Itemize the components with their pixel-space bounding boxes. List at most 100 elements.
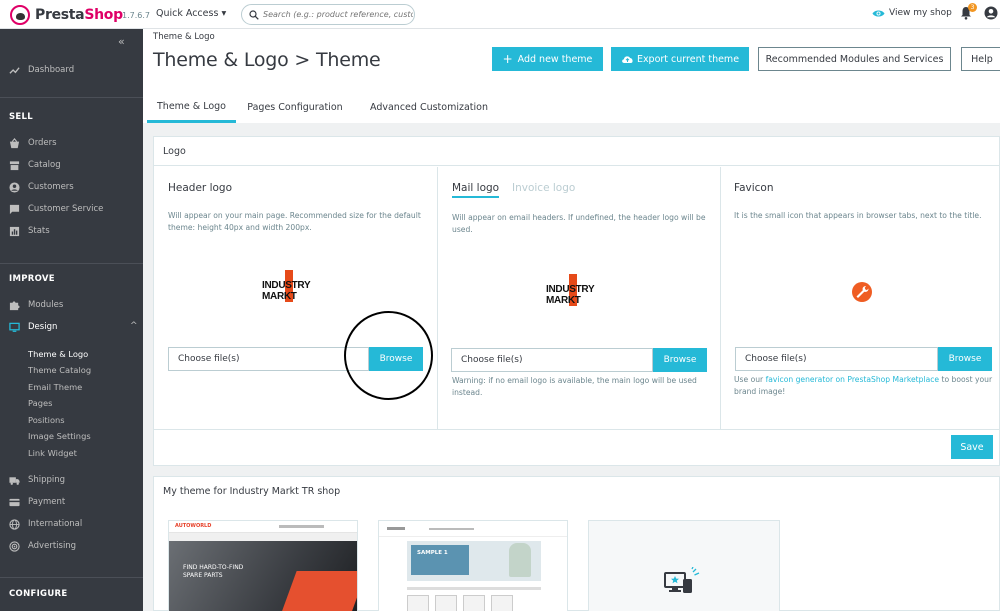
recommended-modules-label: Recommended Modules and Services <box>765 53 944 65</box>
page-title: Theme & Logo > Theme <box>153 49 381 71</box>
tab-pages-configuration[interactable]: Pages Configuration <box>241 92 349 123</box>
save-button[interactable]: Save <box>951 435 993 459</box>
theme-preview-hero-text: SAMPLE 1 <box>417 550 448 556</box>
sidebar-item-advertising[interactable]: Advertising <box>0 536 143 556</box>
top-bar: PrestaShop 1.7.6.7 Quick Access ▾ View m… <box>0 0 1000 29</box>
sidebar-item-label: Modules <box>28 300 64 310</box>
sidebar-item-stats[interactable]: Stats <box>0 221 143 241</box>
tab-label: Advanced Customization <box>370 102 488 113</box>
tab-advanced-customization[interactable]: Advanced Customization <box>358 92 500 123</box>
favicon-browse-button[interactable]: Browse <box>938 347 992 371</box>
sidebar-subitem-theme-logo[interactable]: Theme & Logo <box>28 349 88 359</box>
search-input[interactable] <box>263 10 413 19</box>
desktop-star-icon <box>664 567 700 593</box>
sidebar-item-customer-service[interactable]: Customer Service <box>0 199 143 219</box>
theme-card-classic[interactable]: SAMPLE 1 <box>378 520 568 611</box>
recommended-modules-button[interactable]: Recommended Modules and Services <box>758 47 951 71</box>
view-my-shop-label: View my shop <box>889 8 952 18</box>
sidebar-subitem-image-settings[interactable]: Image Settings <box>28 431 91 441</box>
logo-panel-title: Logo <box>163 145 186 157</box>
sidebar-section-configure: CONFIGURE <box>9 589 68 599</box>
sidebar-item-label: Design <box>28 322 58 332</box>
tab-mail-logo[interactable]: Mail logo <box>452 182 500 198</box>
sidebar-item-payment[interactable]: Payment <box>0 492 143 512</box>
breadcrumb[interactable]: Theme & Logo <box>153 32 215 42</box>
sidebar-item-orders[interactable]: Orders <box>0 133 143 153</box>
puffin-logo-icon <box>10 5 30 25</box>
favicon-description: It is the small icon that appears in bro… <box>734 211 982 220</box>
add-theme-card[interactable] <box>588 520 780 611</box>
cloud-upload-icon <box>622 56 633 63</box>
header-logo-file-input[interactable]: Choose file(s) <box>168 347 369 371</box>
view-my-shop-link[interactable]: View my shop <box>872 8 952 18</box>
logo-text-shop: Shop <box>84 7 123 23</box>
sidebar-item-label: Catalog <box>28 160 61 170</box>
sidebar-item-modules[interactable]: Modules <box>0 295 143 315</box>
version-label: 1.7.6.7 <box>122 11 150 20</box>
trending-up-icon <box>9 66 20 74</box>
sidebar: « Dashboard SELL Orders Catalog Customer… <box>0 29 143 611</box>
collapse-sidebar-icon[interactable]: « <box>118 35 125 48</box>
mail-logo-warning: Warning: if no email logo is available, … <box>452 376 697 397</box>
sidebar-item-label: Shipping <box>28 475 66 485</box>
sidebar-divider <box>0 97 143 98</box>
add-new-theme-button[interactable]: + Add new theme <box>492 47 603 71</box>
mail-logo-file-input[interactable]: Choose file(s) <box>451 348 653 372</box>
sidebar-item-dashboard[interactable]: Dashboard <box>0 60 143 80</box>
account-circle-icon <box>9 181 20 193</box>
quick-access-dropdown[interactable]: Quick Access ▾ <box>156 8 226 19</box>
sidebar-item-customers[interactable]: Customers <box>0 177 143 197</box>
theme-preview-logo <box>387 527 405 530</box>
mail-logo-browse-button[interactable]: Browse <box>653 348 707 372</box>
favicon-title: Favicon <box>734 182 774 194</box>
notification-badge: 3 <box>968 3 977 12</box>
wrench-icon <box>849 279 875 305</box>
sidebar-subitem-theme-catalog[interactable]: Theme Catalog <box>28 365 91 375</box>
themes-panel: My theme for Industry Markt TR shop AUTO… <box>153 476 1000 611</box>
sidebar-subitem-positions[interactable]: Positions <box>28 415 65 425</box>
help-button[interactable]: Help <box>961 47 1000 71</box>
sidebar-subitem-email-theme[interactable]: Email Theme <box>28 382 82 392</box>
tab-label: Pages Configuration <box>247 102 343 113</box>
sidebar-item-international[interactable]: International <box>0 514 143 534</box>
theme-preview-hero: SAMPLE 1 <box>407 541 541 581</box>
export-theme-button[interactable]: Export current theme <box>611 47 749 71</box>
header-logo-title: Header logo <box>168 182 232 194</box>
prestashop-logo[interactable]: PrestaShop <box>10 5 123 25</box>
sidebar-subitem-link-widget[interactable]: Link Widget <box>28 448 77 458</box>
sidebar-section-sell: SELL <box>9 112 33 122</box>
help-label: Help <box>971 53 993 65</box>
theme-preview-nav <box>429 528 474 530</box>
caret-down-icon: ▾ <box>221 8 227 19</box>
tab-theme-logo[interactable]: Theme & Logo <box>147 92 236 123</box>
sidebar-item-label: International <box>28 519 83 529</box>
theme-preview-nav <box>279 525 324 528</box>
column-divider <box>720 167 721 430</box>
sidebar-item-label: Advertising <box>28 541 77 551</box>
sidebar-item-label: Dashboard <box>28 65 75 75</box>
sidebar-item-catalog[interactable]: Catalog <box>0 155 143 175</box>
theme-preview-accent <box>281 571 357 611</box>
sidebar-item-design[interactable]: Design ^ <box>0 317 143 337</box>
search-bar[interactable] <box>241 4 415 25</box>
mail-logo-description: Will appear on email headers. If undefin… <box>452 213 706 234</box>
favicon-file-input[interactable]: Choose file(s) <box>735 347 938 371</box>
column-divider <box>437 167 438 430</box>
page-header: Theme & Logo Theme & Logo > Theme + Add … <box>143 29 1000 123</box>
desktop-icon <box>9 322 20 332</box>
sidebar-subitem-pages[interactable]: Pages <box>28 398 52 408</box>
favicon-generator-link[interactable]: favicon generator on PrestaShop Marketpl… <box>766 375 939 384</box>
sidebar-item-shipping[interactable]: Shipping <box>0 470 143 490</box>
tab-invoice-logo[interactable]: Invoice logo <box>512 182 575 194</box>
sidebar-item-label: Orders <box>28 138 57 148</box>
user-menu-button[interactable] <box>984 6 998 23</box>
mail-logo-preview: INDUSTRY MARKT <box>546 274 626 307</box>
theme-card-autoworld[interactable]: AUTOWORLD FIND HARD-TO-FIND SPARE PARTS <box>168 520 358 611</box>
header-logo-description: Will appear on your main page. Recommend… <box>168 211 421 232</box>
panel-footer-divider <box>154 429 999 430</box>
themes-panel-title: My theme for Industry Markt TR shop <box>163 486 341 497</box>
sidebar-item-label: Customer Service <box>28 204 104 214</box>
favicon-preview <box>847 277 877 307</box>
eye-icon <box>872 10 885 16</box>
theme-preview-header: AUTOWORLD <box>169 521 357 533</box>
